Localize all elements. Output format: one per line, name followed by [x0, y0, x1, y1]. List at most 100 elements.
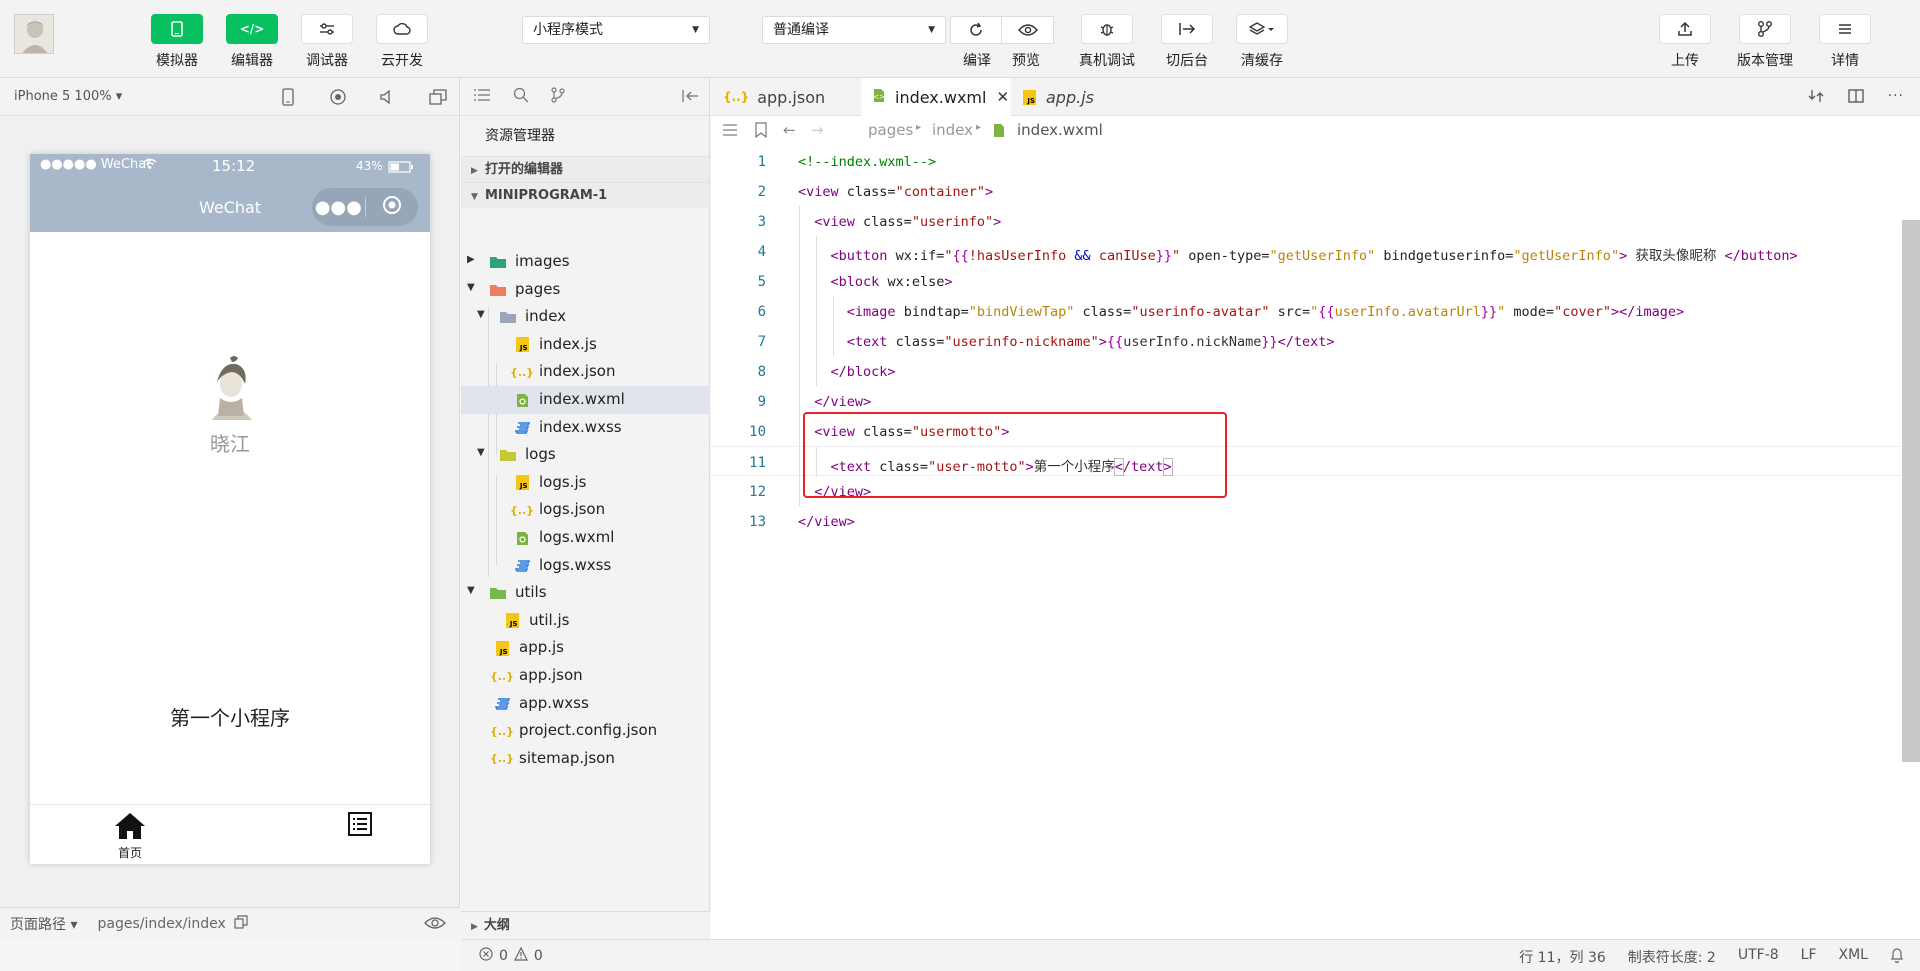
simulator-button[interactable]: 模拟器 [147, 14, 207, 70]
more-dots-icon[interactable]: ●●● [312, 197, 365, 218]
upload-label: 上传 [1671, 53, 1699, 69]
tree-item-logs-json[interactable]: {..} logs.json [461, 496, 710, 524]
tree-item-pages[interactable]: ▼ pages [461, 276, 710, 304]
tree-item-logs-wxss[interactable]: logs.wxss [461, 552, 710, 580]
editor-scrollbar[interactable] [1902, 220, 1920, 762]
bell-icon[interactable] [1890, 947, 1904, 967]
tree-item-logs[interactable]: ▼ logs [461, 441, 710, 469]
tab-logs[interactable] [330, 811, 390, 840]
tree-item-index-wxss[interactable]: index.wxss [461, 414, 710, 442]
cursor-position[interactable]: 行 11，列 36 [1519, 947, 1606, 967]
cloud-button[interactable]: 云开发 [372, 14, 432, 70]
device-debug-button[interactable]: 真机调试 [1077, 14, 1137, 70]
tree-item-project-config-json[interactable]: {..} project.config.json [461, 717, 710, 745]
problems-indicator[interactable]: 0 0 [479, 946, 543, 965]
refresh-icon[interactable] [950, 16, 1002, 44]
user-avatar[interactable] [14, 14, 54, 54]
js-file-icon: JS [513, 336, 531, 354]
volume-icon[interactable] [377, 86, 399, 108]
tree-item-index-wxml[interactable]: index.wxml [461, 386, 710, 414]
explorer-toolbar [461, 78, 709, 116]
js-file-icon: JS [513, 474, 531, 492]
eye-icon[interactable] [1002, 16, 1054, 44]
end-of-line[interactable]: LF [1801, 947, 1817, 967]
editor-button[interactable]: </> 编辑器 [222, 14, 282, 70]
search-icon[interactable] [513, 87, 529, 107]
css-file-icon [513, 557, 531, 575]
tab-label: app.json [757, 87, 826, 107]
tab-app-js[interactable]: JS app.js [1011, 78, 1161, 116]
source-control-icon[interactable] [551, 86, 565, 107]
line-number: 1 [757, 154, 766, 170]
code-area[interactable]: 1 <!--index.wxml--> 2 <view class="conta… [711, 146, 1920, 939]
background-button[interactable]: 切后台 [1157, 14, 1217, 70]
encoding[interactable]: UTF-8 [1738, 947, 1779, 967]
tree-item-util-js[interactable]: JS util.js [461, 607, 710, 635]
clear-cache-button[interactable]: 清缓存 [1232, 14, 1292, 70]
tree-item-logs-wxml[interactable]: logs.wxml [461, 524, 710, 552]
debugger-button[interactable]: 调试器 [297, 14, 357, 70]
tree-item-sitemap-json[interactable]: {..} sitemap.json [461, 745, 710, 773]
split-editor-icon[interactable] [1847, 88, 1864, 108]
upload-button[interactable]: 上传 [1655, 14, 1715, 70]
page-path-select[interactable]: 页面路径 ▾ [10, 914, 77, 934]
tree-item-app-js[interactable]: JS app.js [461, 634, 710, 662]
tab-index-wxml[interactable]: <> index.wxml ✕ [861, 78, 1011, 116]
eye-icon[interactable] [424, 916, 446, 934]
tree-item-app-wxss[interactable]: app.wxss [461, 690, 710, 718]
list-icon[interactable] [722, 123, 738, 141]
compare-icon[interactable] [1808, 88, 1824, 108]
forward-arrow-icon[interactable]: → [811, 121, 824, 139]
phone-icon[interactable] [277, 86, 299, 108]
tree-item-logs-js[interactable]: JS logs.js [461, 469, 710, 497]
tree-item-index-json[interactable]: {..} index.json [461, 358, 710, 386]
list-icon[interactable] [473, 88, 491, 106]
bug-icon [1081, 14, 1133, 44]
tree-item-index[interactable]: ▼ index [461, 303, 710, 331]
mode-select[interactable]: 小程序模式 ▼ [522, 16, 710, 44]
tree-item-utils[interactable]: ▼ utils [461, 579, 710, 607]
tree-item-app-json[interactable]: {..} app.json [461, 662, 710, 690]
code-text: <button wx:if="{{!hasUserInfo && canIUse… [830, 248, 1798, 264]
breadcrumb-item[interactable]: index.wxml [1017, 121, 1103, 139]
tree-item-index-js[interactable]: JS index.js [461, 331, 710, 359]
tree-item-images[interactable]: ▶ images [461, 248, 710, 276]
wxml-file-icon: <> [873, 88, 885, 107]
code-icon: </> [226, 14, 278, 44]
close-target-icon[interactable] [366, 195, 419, 220]
version-button[interactable]: 版本管理 [1735, 14, 1795, 70]
menu-capsule[interactable]: ●●● [312, 188, 418, 226]
more-icon[interactable]: ··· [1888, 88, 1904, 108]
compile-select[interactable]: 普通编译 ▼ [762, 16, 946, 44]
phone-tab-bar: 首页 [30, 804, 430, 864]
line-number: 8 [757, 364, 766, 380]
breadcrumb-item[interactable]: pages [868, 121, 913, 139]
code-line: 4 <button wx:if="{{!hasUserInfo && canIU… [711, 236, 1901, 266]
cloud-icon [376, 14, 428, 44]
record-icon[interactable] [327, 86, 349, 108]
carrier-text: ●●●●● WeChat [40, 157, 152, 172]
details-button[interactable]: 详情 [1815, 14, 1875, 70]
back-arrow-icon[interactable]: ← [783, 121, 796, 139]
profile-avatar[interactable] [202, 354, 260, 420]
code-text: <block wx:else> [830, 274, 953, 290]
tree-item-label: logs.js [539, 472, 587, 491]
tree-item-label: index.wxss [539, 417, 622, 436]
tab-home-label: 首页 [117, 846, 142, 860]
detach-window-icon[interactable] [427, 86, 449, 108]
copy-icon[interactable] [234, 914, 248, 933]
close-icon[interactable]: ✕ [996, 88, 1009, 106]
line-number: 6 [757, 304, 766, 320]
outline-section[interactable]: ▶ 大纲 [461, 911, 710, 939]
breadcrumb-item[interactable]: index [932, 121, 973, 139]
tab-app-json[interactable]: {..} app.json [711, 78, 861, 116]
collapse-panel-icon[interactable] [681, 89, 699, 107]
tab-size[interactable]: 制表符长度: 2 [1628, 947, 1716, 967]
line-number: 11 [749, 455, 766, 471]
project-section[interactable]: ▼ MINIPROGRAM-1 [461, 182, 709, 208]
tab-home[interactable]: 首页 [100, 811, 160, 861]
device-select[interactable]: iPhone 5 100% ▾ [14, 89, 122, 104]
bookmark-icon[interactable] [755, 122, 767, 142]
open-editors-section[interactable]: ▶ 打开的编辑器 [461, 156, 709, 182]
language-mode[interactable]: XML [1839, 947, 1868, 967]
